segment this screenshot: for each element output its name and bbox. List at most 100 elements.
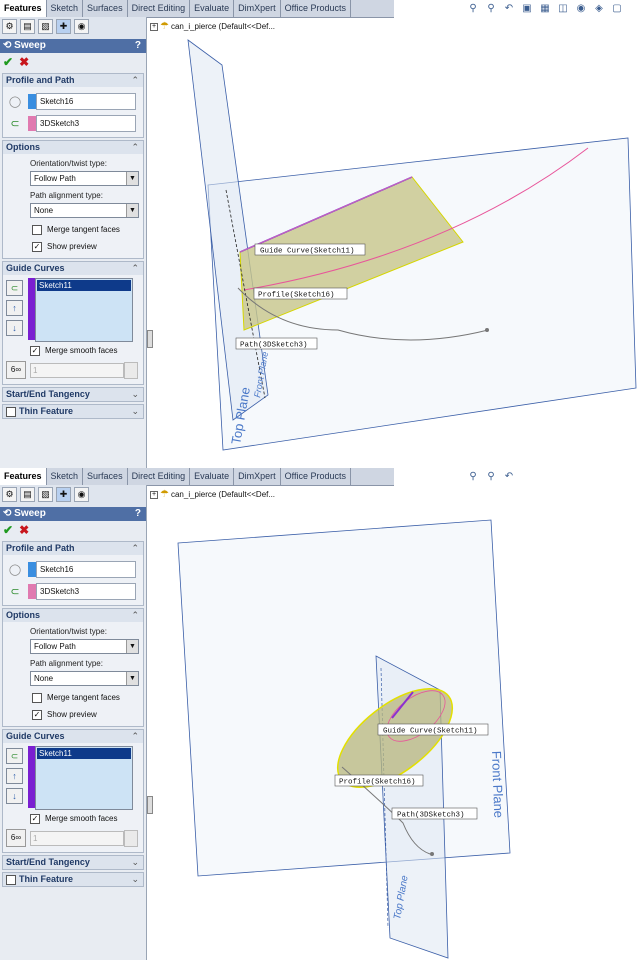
ok-icon[interactable]: ✔ xyxy=(3,523,13,537)
group-header[interactable]: Thin Feature ⌄ xyxy=(3,405,143,418)
guide-curves-list[interactable]: Sketch11 xyxy=(35,278,133,342)
guide-count-spinner[interactable]: 6∞ 1 xyxy=(6,359,140,381)
help-button[interactable]: ? xyxy=(135,39,141,53)
group-header[interactable]: Options ⌃ xyxy=(3,609,143,622)
checkbox-box[interactable]: ✓ xyxy=(30,813,40,824)
profile-callout[interactable]: Profile(Sketch16) xyxy=(253,287,348,300)
guide-curve-callout[interactable]: Guide Curve(Sketch11) xyxy=(254,243,366,256)
property-manager-icon[interactable]: ▤ xyxy=(20,487,35,502)
group-header[interactable]: Profile and Path ⌃ xyxy=(3,74,143,87)
merge-tangent-checkbox[interactable]: Merge tangent faces xyxy=(6,221,140,238)
guide-curve-selector-icon[interactable]: ⊂ xyxy=(6,280,23,296)
chevron-down-icon[interactable]: ▼ xyxy=(126,672,138,685)
feature-tree-header[interactable]: + ☂ can_i_pierce (Default<<Def... xyxy=(150,489,275,500)
configuration-manager-icon[interactable]: ▧ xyxy=(38,487,53,502)
move-down-button[interactable]: ↓ xyxy=(6,788,23,804)
spinner-value[interactable]: 1 xyxy=(30,830,124,846)
collapse-icon[interactable]: ⌃ xyxy=(131,542,139,555)
cancel-icon[interactable]: ✖ xyxy=(19,55,29,69)
tab-surfaces[interactable]: Surfaces xyxy=(83,0,128,17)
list-item[interactable]: Sketch11 xyxy=(37,280,131,291)
group-header[interactable]: Guide Curves ⌃ xyxy=(3,262,143,275)
move-up-button[interactable]: ↑ xyxy=(6,768,23,784)
show-preview-checkbox[interactable]: ✓ Show preview xyxy=(6,238,140,255)
collapse-icon[interactable]: ⌃ xyxy=(131,141,139,154)
checkbox-box[interactable]: ✓ xyxy=(30,345,40,356)
group-header[interactable]: Thin Feature ⌄ xyxy=(3,873,143,886)
property-manager-icon[interactable]: ▤ xyxy=(20,19,35,34)
tab-sketch[interactable]: Sketch xyxy=(47,468,84,485)
path-field[interactable]: 3DSketch3 xyxy=(36,582,136,600)
checkbox-box[interactable] xyxy=(32,692,42,703)
guide-count-spinner[interactable]: 6∞ 1 xyxy=(6,827,140,849)
group-header[interactable]: Options ⌃ xyxy=(3,141,143,154)
tab-features[interactable]: Features xyxy=(0,468,47,486)
cancel-icon[interactable]: ✖ xyxy=(19,523,29,537)
configuration-manager-icon[interactable]: ▧ xyxy=(38,19,53,34)
feature-manager-icon[interactable]: ⚙ xyxy=(2,487,17,502)
property-manager: ⚙ ▤ ▧ ✚ ◉ ⟲ Sweep ? ✔ ✖ Profile and Path… xyxy=(0,17,147,468)
spinner-value[interactable]: 1 xyxy=(30,362,124,378)
expand-icon[interactable]: ⌄ xyxy=(131,405,139,418)
show-preview-checkbox[interactable]: ✓ Show preview xyxy=(6,706,140,723)
move-down-button[interactable]: ↓ xyxy=(6,320,23,336)
group-header[interactable]: Profile and Path ⌃ xyxy=(3,542,143,555)
chevron-down-icon[interactable]: ▼ xyxy=(126,204,138,217)
alignment-dropdown[interactable]: None ▼ xyxy=(30,203,139,218)
alignment-dropdown[interactable]: None ▼ xyxy=(30,671,139,686)
display-manager-icon[interactable]: ◉ xyxy=(74,19,89,34)
merge-smooth-checkbox[interactable]: ✓ Merge smooth faces xyxy=(6,342,140,359)
graphics-view[interactable]: Guide Curve(Sketch11) Profile(Sketch16) … xyxy=(148,468,642,960)
guide-curve-callout[interactable]: Guide Curve(Sketch11) xyxy=(377,723,489,736)
path-field[interactable]: 3DSketch3 xyxy=(36,114,136,132)
graphics-view[interactable]: Guide Curve(Sketch11) Profile(Sketch16) … xyxy=(148,0,642,468)
collapse-icon[interactable]: ⌃ xyxy=(131,609,139,622)
display-manager-icon[interactable]: ◉ xyxy=(74,487,89,502)
expand-icon[interactable]: ⌄ xyxy=(131,873,139,886)
collapse-icon[interactable]: ⌃ xyxy=(131,262,139,275)
expand-icon[interactable]: + xyxy=(150,490,158,499)
collapse-icon[interactable]: ⌃ xyxy=(131,74,139,87)
group-header[interactable]: Start/End Tangency ⌄ xyxy=(3,856,143,869)
curvature-icon[interactable]: 6∞ xyxy=(6,829,26,847)
tab-surfaces[interactable]: Surfaces xyxy=(83,468,128,485)
dimxpert-manager-icon[interactable]: ✚ xyxy=(56,487,71,502)
curvature-icon[interactable]: 6∞ xyxy=(6,361,26,379)
checkbox-box[interactable]: ✓ xyxy=(32,709,42,720)
guide-curves-list[interactable]: Sketch11 xyxy=(35,746,133,810)
tab-features[interactable]: Features xyxy=(0,0,47,18)
group-header[interactable]: Start/End Tangency ⌄ xyxy=(3,388,143,401)
tab-sketch[interactable]: Sketch xyxy=(47,0,84,17)
expand-icon[interactable]: ⌄ xyxy=(131,388,139,401)
list-item[interactable]: Sketch11 xyxy=(37,748,131,759)
group-header[interactable]: Guide Curves ⌃ xyxy=(3,730,143,743)
feature-manager-icon[interactable]: ⚙ xyxy=(2,19,17,34)
path-callout[interactable]: Path(3DSketch3) xyxy=(235,337,318,350)
checkbox-box[interactable] xyxy=(32,224,42,235)
checkbox-box[interactable] xyxy=(6,874,16,885)
ok-icon[interactable]: ✔ xyxy=(3,55,13,69)
feature-tree-header[interactable]: + ☂ can_i_pierce (Default<<Def... xyxy=(150,21,275,32)
chevron-down-icon[interactable]: ▼ xyxy=(126,640,138,653)
checkbox-box[interactable] xyxy=(6,406,16,417)
orientation-dropdown[interactable]: Follow Path ▼ xyxy=(30,639,139,654)
profile-callout-text: Profile(Sketch16) xyxy=(339,779,416,787)
checkbox-box[interactable]: ✓ xyxy=(32,241,42,252)
merge-tangent-checkbox[interactable]: Merge tangent faces xyxy=(6,689,140,706)
guide-curve-selector-icon[interactable]: ⊂ xyxy=(6,748,23,764)
expand-icon[interactable]: ⌄ xyxy=(131,856,139,869)
move-up-button[interactable]: ↑ xyxy=(6,300,23,316)
chevron-down-icon[interactable]: ▼ xyxy=(126,172,138,185)
spinner-arrows[interactable] xyxy=(124,829,138,847)
spinner-arrows[interactable] xyxy=(124,361,138,379)
profile-callout[interactable]: Profile(Sketch16) xyxy=(334,774,424,787)
orientation-dropdown[interactable]: Follow Path ▼ xyxy=(30,171,139,186)
merge-smooth-checkbox[interactable]: ✓ Merge smooth faces xyxy=(6,810,140,827)
expand-icon[interactable]: + xyxy=(150,22,158,31)
path-callout[interactable]: Path(3DSketch3) xyxy=(391,807,478,820)
help-button[interactable]: ? xyxy=(135,507,141,521)
profile-field[interactable]: Sketch16 xyxy=(36,560,136,578)
profile-field[interactable]: Sketch16 xyxy=(36,92,136,110)
collapse-icon[interactable]: ⌃ xyxy=(131,730,139,743)
dimxpert-manager-icon[interactable]: ✚ xyxy=(56,19,71,34)
